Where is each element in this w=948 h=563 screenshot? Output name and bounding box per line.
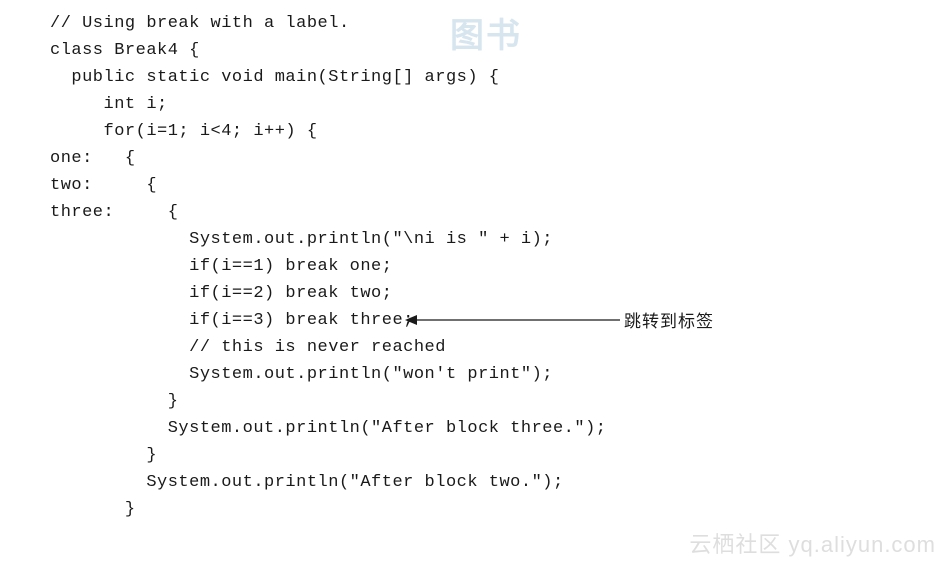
code-line: three: { xyxy=(50,199,900,226)
code-line: int i; xyxy=(50,91,900,118)
code-block: // Using break with a label. class Break… xyxy=(50,10,900,523)
code-line: System.out.println("\ni is " + i); xyxy=(50,226,900,253)
code-line: two: { xyxy=(50,172,900,199)
code-line: // Using break with a label. xyxy=(50,10,900,37)
code-line: for(i=1; i<4; i++) { xyxy=(50,118,900,145)
annotation-label: 跳转到标签 xyxy=(624,307,714,332)
code-line: if(i==2) break two; xyxy=(50,280,900,307)
watermark-bottom: 云栖社区 yq.aliyun.com xyxy=(689,527,936,559)
code-line: class Break4 { xyxy=(50,37,900,64)
code-line: System.out.println("won't print"); xyxy=(50,361,900,388)
code-line: one: { xyxy=(50,145,900,172)
code-line: // this is never reached xyxy=(50,334,900,361)
arrow-left-icon xyxy=(405,314,620,326)
code-line: System.out.println("After block two."); xyxy=(50,469,900,496)
code-line: } xyxy=(50,388,900,415)
code-line: System.out.println("After block three.")… xyxy=(50,415,900,442)
code-line: public static void main(String[] args) { xyxy=(50,64,900,91)
code-line: } xyxy=(50,496,900,523)
code-line: } xyxy=(50,442,900,469)
annotation: 跳转到标签 xyxy=(405,307,714,332)
code-line: if(i==1) break one; xyxy=(50,253,900,280)
